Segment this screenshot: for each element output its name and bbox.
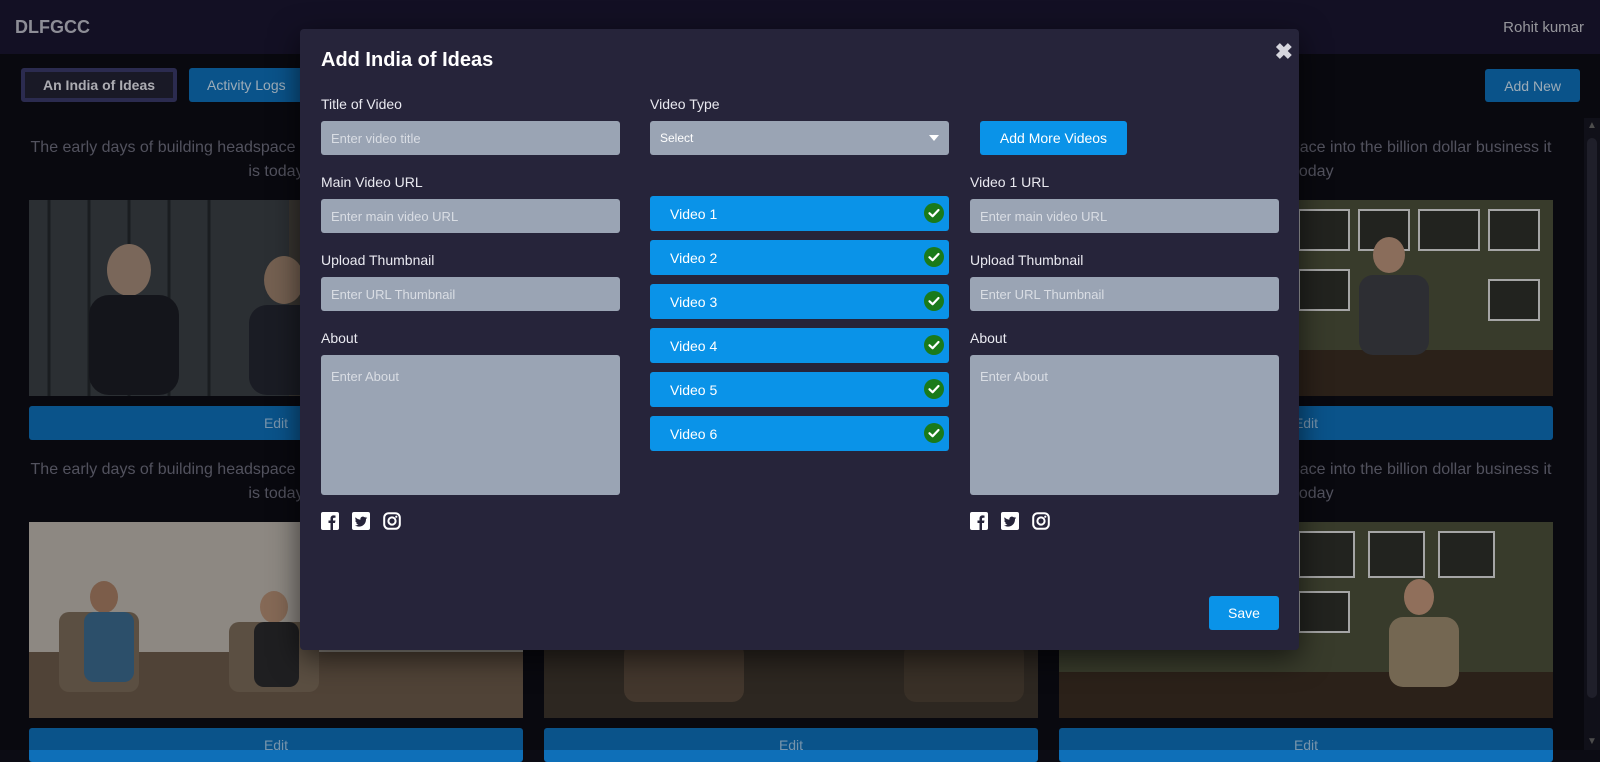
facebook-icon[interactable] <box>321 512 339 530</box>
video-item[interactable]: Video 6 <box>650 416 949 451</box>
main-video-url-label: Main Video URL <box>321 174 423 190</box>
video-item[interactable]: Video 2 <box>650 240 949 275</box>
video-item-label: Video 6 <box>670 425 718 442</box>
video-item-label: Video 5 <box>670 381 718 398</box>
video-item-label: Video 2 <box>670 249 718 266</box>
check-circle-icon <box>924 291 944 311</box>
video-item[interactable]: Video 3 <box>650 284 949 319</box>
video-item[interactable]: Video 4 <box>650 328 949 363</box>
video-1-url-input[interactable]: Enter main video URL <box>970 199 1279 233</box>
chevron-down-icon <box>929 135 939 141</box>
check-circle-icon <box>924 423 944 443</box>
about-label: About <box>321 330 358 346</box>
main-video-url-input[interactable]: Enter main video URL <box>321 199 620 233</box>
thumbnail-url-input-right[interactable]: Enter URL Thumbnail <box>970 277 1279 311</box>
about-textarea[interactable]: Enter About <box>321 355 620 495</box>
video-item-label: Video 1 <box>670 205 718 222</box>
upload-thumbnail-label-right: Upload Thumbnail <box>970 252 1084 268</box>
video-type-select-value: Select <box>660 131 694 145</box>
modal-title: Add India of Ideas <box>321 49 494 71</box>
upload-thumbnail-label: Upload Thumbnail <box>321 252 435 268</box>
video-type-select[interactable]: Select <box>650 121 949 155</box>
check-circle-icon <box>924 203 944 223</box>
instagram-icon[interactable] <box>383 512 401 530</box>
add-india-of-ideas-modal: Add India of Ideas ✖ Title of Video Ente… <box>300 29 1299 650</box>
social-icons-right <box>970 512 1050 530</box>
video-item[interactable]: Video 5 <box>650 372 949 407</box>
video-item-label: Video 4 <box>670 337 718 354</box>
thumbnail-url-input[interactable]: Enter URL Thumbnail <box>321 277 620 311</box>
check-circle-icon <box>924 247 944 267</box>
instagram-icon[interactable] <box>1032 512 1050 530</box>
twitter-icon[interactable] <box>352 512 370 530</box>
video-item-label: Video 3 <box>670 293 718 310</box>
video-1-url-label: Video 1 URL <box>970 174 1050 190</box>
save-button[interactable]: Save <box>1209 596 1279 630</box>
check-circle-icon <box>924 335 944 355</box>
close-icon[interactable]: ✖ <box>1275 39 1293 65</box>
facebook-icon[interactable] <box>970 512 988 530</box>
add-more-videos-button[interactable]: Add More Videos <box>980 121 1127 155</box>
video-title-input[interactable]: Enter video title <box>321 121 620 155</box>
video-item[interactable]: Video 1 <box>650 196 949 231</box>
twitter-icon[interactable] <box>1001 512 1019 530</box>
about-textarea-right[interactable]: Enter About <box>970 355 1279 495</box>
about-label-right: About <box>970 330 1007 346</box>
check-circle-icon <box>924 379 944 399</box>
title-of-video-label: Title of Video <box>321 96 402 112</box>
social-icons-left <box>321 512 401 530</box>
video-type-label: Video Type <box>650 96 720 112</box>
